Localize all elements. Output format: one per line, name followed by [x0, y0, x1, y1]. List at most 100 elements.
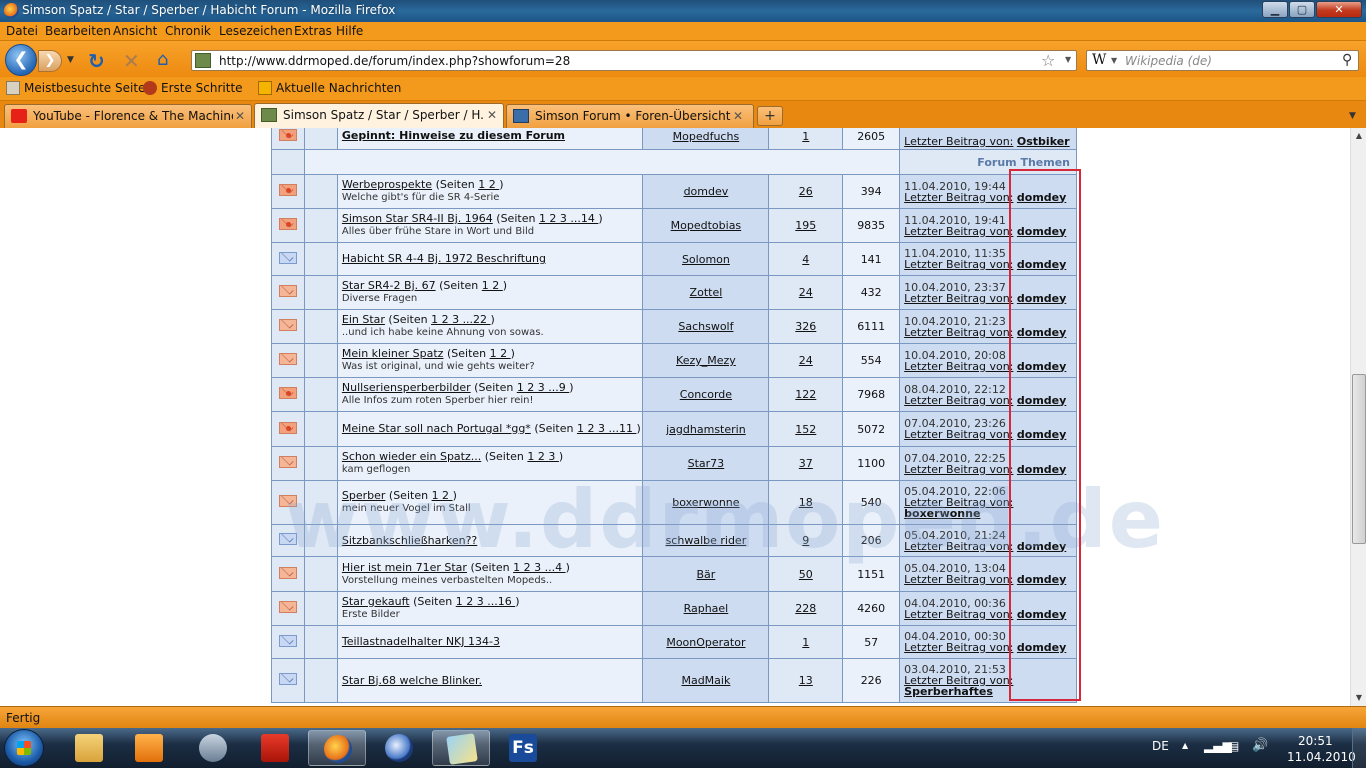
bookmark-aktuelle-nachrichten[interactable]: Aktuelle Nachrichten	[258, 81, 401, 95]
last-post-label[interactable]: Letzter Beitrag von:	[904, 292, 1013, 305]
topic-page-links[interactable]: 1 2 3 ...9	[517, 381, 569, 394]
topic-replies[interactable]: 24	[799, 286, 813, 299]
topic-title[interactable]: Star Bj.68 welche Blinker.	[342, 674, 482, 687]
topic-replies[interactable]: 195	[795, 219, 816, 232]
last-post-label[interactable]: Letzter Beitrag von:	[904, 428, 1013, 441]
taskbar-image-viewer[interactable]	[432, 730, 490, 766]
minimize-button[interactable]: ▁	[1262, 1, 1288, 18]
last-post-user[interactable]: Ostbiker	[1017, 135, 1070, 148]
tab-close-icon[interactable]: ✕	[733, 109, 743, 123]
back-button[interactable]: ❮	[5, 44, 37, 76]
last-post-label[interactable]: Letzter Beitrag von:	[904, 135, 1013, 148]
taskbar-firefox[interactable]	[308, 730, 366, 766]
topic-replies[interactable]: 37	[799, 457, 813, 470]
maximize-button[interactable]: ▢	[1289, 1, 1315, 18]
clock-time[interactable]: 20:51	[1298, 734, 1333, 748]
menu-datei[interactable]: Datei	[6, 24, 38, 38]
last-post-user[interactable]: domdey	[1017, 326, 1066, 339]
topic-page-links[interactable]: 1 2	[478, 178, 499, 191]
new-tab-button[interactable]: +	[757, 106, 783, 126]
volume-icon[interactable]: 🔊	[1252, 738, 1268, 753]
topic-title[interactable]: Simson Star SR4-II Bj. 1964	[342, 212, 493, 225]
scroll-thumb[interactable]	[1352, 374, 1366, 544]
input-language[interactable]: DE	[1152, 739, 1169, 753]
last-post-user[interactable]: domdey	[1017, 292, 1066, 305]
close-button[interactable]: ✕	[1316, 1, 1362, 18]
taskbar-fs-app[interactable]: Fs	[494, 730, 552, 766]
topic-page-links[interactable]: 1 2 3 ...4	[513, 561, 565, 574]
last-post-user[interactable]: domdey	[1017, 540, 1066, 553]
tab-close-icon[interactable]: ✕	[235, 109, 245, 123]
topic-author[interactable]: Kezy_Mezy	[676, 354, 736, 367]
topic-title[interactable]: Star gekauft	[342, 595, 410, 608]
last-post-user[interactable]: domdey	[1017, 191, 1066, 204]
network-icon[interactable]: ▤	[1228, 739, 1239, 753]
last-post-label[interactable]: Letzter Beitrag von:	[904, 608, 1013, 621]
wikipedia-icon[interactable]: W	[1092, 52, 1106, 68]
menu-chronik[interactable]: Chronik	[165, 24, 211, 38]
topic-replies[interactable]: 1	[802, 636, 809, 649]
taskbar-media-player[interactable]	[120, 730, 178, 766]
topic-page-links[interactable]: 1 2	[482, 279, 503, 292]
topic-page-links[interactable]: 1 2 3 ...16	[456, 595, 515, 608]
tab-simson-spatz[interactable]: Simson Spatz / Star / Sperber / H... ✕	[254, 103, 504, 128]
topic-replies[interactable]: 4	[802, 253, 809, 266]
topic-author[interactable]: Star73	[688, 457, 725, 470]
vertical-scrollbar[interactable]: ▲ ▼	[1350, 128, 1366, 706]
tab-close-icon[interactable]: ✕	[487, 108, 497, 122]
topic-author[interactable]: boxerwonne	[672, 496, 739, 509]
topic-replies[interactable]: 9	[802, 534, 809, 547]
history-dropdown-icon[interactable]: ▼	[67, 55, 74, 65]
topic-author[interactable]: schwalbe rider	[666, 534, 747, 547]
topic-author[interactable]: Mopedtobias	[671, 219, 742, 232]
last-post-user[interactable]: domdey	[1017, 428, 1066, 441]
bookmark-meistbesuchte[interactable]: Meistbesuchte Seiten	[6, 81, 153, 95]
topic-author[interactable]: domdev	[684, 185, 729, 198]
topic-title[interactable]: Ein Star	[342, 313, 385, 326]
bookmark-erste-schritte[interactable]: Erste Schritte	[143, 81, 243, 95]
last-post-user[interactable]: domdey	[1017, 394, 1066, 407]
pinned-topic-author[interactable]: Mopedfuchs	[673, 130, 740, 143]
topic-title[interactable]: Meine Star soll nach Portugal *gg*	[342, 422, 531, 435]
menu-hilfe[interactable]: Hilfe	[336, 24, 363, 38]
topic-title[interactable]: Star SR4-2 Bj. 67	[342, 279, 436, 292]
show-desktop-button[interactable]	[1352, 728, 1366, 768]
topic-author[interactable]: Concorde	[680, 388, 732, 401]
topic-title[interactable]: Schon wieder ein Spatz...	[342, 450, 481, 463]
url-bar[interactable]: http://www.ddrmoped.de/forum/index.php?s…	[191, 50, 1077, 71]
home-icon[interactable]: ⌂	[157, 49, 168, 70]
topic-author[interactable]: Raphael	[684, 602, 729, 615]
topic-replies[interactable]: 13	[799, 674, 813, 687]
topic-title[interactable]: Mein kleiner Spatz	[342, 347, 444, 360]
last-post-label[interactable]: Letzter Beitrag von:	[904, 463, 1013, 476]
topic-title[interactable]: Werbeprospekte	[342, 178, 432, 191]
topic-page-links[interactable]: 1 2 3 ...22	[431, 313, 490, 326]
topic-page-links[interactable]: 1 2 3	[527, 450, 559, 463]
taskbar-explorer[interactable]	[60, 730, 118, 766]
topic-author[interactable]: Zottel	[690, 286, 723, 299]
last-post-user[interactable]: domdey	[1017, 573, 1066, 586]
last-post-user[interactable]: domdey	[1017, 641, 1066, 654]
scroll-up-icon[interactable]: ▲	[1351, 128, 1366, 144]
last-post-label[interactable]: Letzter Beitrag von:	[904, 360, 1013, 373]
last-post-user[interactable]: domdey	[1017, 360, 1066, 373]
last-post-user[interactable]: domdey	[1017, 463, 1066, 476]
search-engine-dropdown-icon[interactable]: ▼	[1111, 56, 1117, 65]
last-post-label[interactable]: Letzter Beitrag von:	[904, 225, 1013, 238]
last-post-label[interactable]: Letzter Beitrag von:	[904, 191, 1013, 204]
topic-title[interactable]: Hier ist mein 71er Star	[342, 561, 467, 574]
search-icon[interactable]: ⚲	[1342, 52, 1352, 68]
topic-title[interactable]: Sitzbankschließharken??	[342, 534, 477, 547]
topic-replies[interactable]: 50	[799, 568, 813, 581]
menu-extras[interactable]: Extras	[294, 24, 332, 38]
topic-replies[interactable]: 18	[799, 496, 813, 509]
tab-youtube[interactable]: YouTube - Florence & The Machine... ✕	[4, 104, 252, 128]
topic-title[interactable]: Sperber	[342, 489, 386, 502]
topic-author[interactable]: MoonOperator	[666, 636, 745, 649]
topic-replies[interactable]: 152	[795, 423, 816, 436]
pinned-topic-title[interactable]: Gepinnt: Hinweise zu diesem Forum	[342, 129, 565, 142]
reload-icon[interactable]: ↻	[88, 49, 105, 73]
topic-replies[interactable]: 122	[795, 388, 816, 401]
topic-author[interactable]: Bär	[697, 568, 716, 581]
start-button[interactable]	[4, 729, 44, 767]
